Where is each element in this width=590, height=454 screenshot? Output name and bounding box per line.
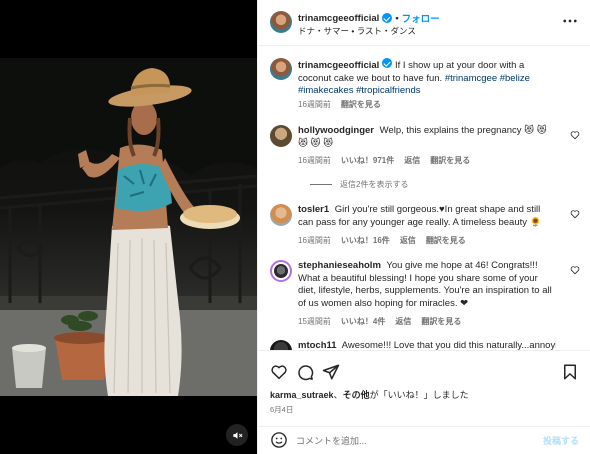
more-options-icon[interactable] bbox=[561, 12, 579, 30]
comment-item: hollywoodginger Welp, this explains the … bbox=[270, 125, 582, 195]
view-replies-label: 返信2件を表示する bbox=[340, 180, 409, 189]
comment-text: Girl you're still gorgeous.♥In great sha… bbox=[298, 204, 542, 228]
post-actions: karma_sutraek、その他が「いいね！」しました 6月4日 bbox=[258, 350, 590, 426]
comment-avatar[interactable] bbox=[270, 340, 292, 350]
author-line: trinamcgeeofficial • フォロー bbox=[298, 11, 440, 26]
like-comment-heart-icon[interactable] bbox=[570, 130, 580, 140]
like-comment-heart-icon[interactable] bbox=[570, 265, 580, 275]
audio-track[interactable]: ドナ・サマー • ラスト・ダンス bbox=[298, 25, 416, 37]
post-header: trinamcgeeofficial • フォロー ドナ・サマー • ラスト・ダ… bbox=[258, 0, 590, 46]
comment-username[interactable]: hollywoodginger bbox=[298, 125, 374, 136]
comment-username[interactable]: tosler1 bbox=[298, 204, 329, 215]
share-paper-plane-icon[interactable] bbox=[322, 363, 340, 381]
save-bookmark-icon[interactable] bbox=[561, 363, 579, 381]
author-username[interactable]: trinamcgeeofficial bbox=[298, 13, 379, 24]
like-comment-heart-icon[interactable] bbox=[570, 209, 580, 219]
caption-avatar[interactable] bbox=[270, 58, 292, 80]
liked-by-user[interactable]: karma_sutraek bbox=[270, 390, 334, 400]
comment-likes[interactable]: いいね！971件 bbox=[341, 155, 394, 166]
comment-translate-link[interactable]: 翻訳を見る bbox=[426, 235, 466, 246]
comment-avatar[interactable] bbox=[270, 204, 292, 226]
comment-text: Awesome!!! Love that you did this natura… bbox=[341, 340, 556, 350]
view-replies-button[interactable]: 返信2件を表示する bbox=[310, 179, 408, 190]
muted-speaker-icon bbox=[232, 431, 242, 439]
verified-badge-icon bbox=[382, 58, 393, 68]
liked-by-separator: 、 bbox=[333, 390, 343, 400]
liked-by-line: karma_sutraek、その他が「いいね！」しました bbox=[270, 388, 469, 401]
comment-input[interactable] bbox=[296, 433, 526, 448]
caption-translate-link[interactable]: 翻訳を見る bbox=[341, 99, 381, 110]
comment-translate-link[interactable]: 翻訳を見る bbox=[421, 316, 461, 327]
comment-likes[interactable]: いいね！16件 bbox=[341, 235, 390, 246]
comment-item: mtoch11 Awesome!!! Love that you did thi… bbox=[270, 340, 582, 350]
comment-meta: 16週間前 いいね！971件 返信 翻訳を見る bbox=[298, 155, 470, 166]
comment-body: hollywoodginger Welp, this explains the … bbox=[298, 125, 556, 150]
comment-time[interactable]: 16週間前 bbox=[298, 155, 331, 166]
post-comment-button[interactable]: 投稿する bbox=[543, 434, 579, 447]
verified-badge-icon bbox=[382, 13, 393, 23]
caption-body: trinamcgeeofficial If I show up at your … bbox=[298, 58, 556, 98]
comment-avatar[interactable] bbox=[270, 260, 292, 282]
comment-item: tosler1 Girl you're still gorgeous.♥In g… bbox=[270, 204, 582, 256]
comment-body: mtoch11 Awesome!!! Love that you did thi… bbox=[298, 340, 556, 350]
comment-reply-button[interactable]: 返信 bbox=[404, 155, 420, 166]
post-side-panel: trinamcgeeofficial • フォロー ドナ・サマー • ラスト・ダ… bbox=[257, 0, 590, 454]
liked-by-others[interactable]: その他 bbox=[343, 390, 370, 400]
liked-by-suffix: が「いいね！」しました bbox=[369, 390, 469, 400]
comment-meta: 15週間前 いいね！4件 返信 翻訳を見る bbox=[298, 316, 461, 327]
comment-time[interactable]: 16週間前 bbox=[298, 235, 331, 246]
mute-button[interactable] bbox=[226, 424, 248, 446]
post-dialog: trinamcgeeofficial • フォロー ドナ・サマー • ラスト・ダ… bbox=[0, 0, 590, 454]
comment-time[interactable]: 15週間前 bbox=[298, 316, 331, 327]
comment-reply-button[interactable]: 返信 bbox=[395, 316, 411, 327]
comment-translate-link[interactable]: 翻訳を見る bbox=[430, 155, 470, 166]
comment-meta: 16週間前 いいね！16件 返信 翻訳を見る bbox=[298, 235, 466, 246]
comment-reply-button[interactable]: 返信 bbox=[400, 235, 416, 246]
comment-bubble-icon[interactable] bbox=[296, 363, 314, 381]
post-video[interactable] bbox=[0, 58, 257, 396]
comment-avatar[interactable] bbox=[270, 125, 292, 147]
caption-username[interactable]: trinamcgeeofficial bbox=[298, 60, 379, 71]
emoji-smiley-icon[interactable] bbox=[270, 431, 288, 449]
replies-divider bbox=[310, 184, 332, 185]
comment-composer: 投稿する bbox=[258, 426, 590, 454]
header-separator: • bbox=[395, 12, 399, 24]
post-media[interactable] bbox=[0, 0, 257, 454]
comment-body: tosler1 Girl you're still gorgeous.♥In g… bbox=[298, 204, 556, 229]
caption-time[interactable]: 16週間前 bbox=[298, 99, 331, 110]
comments-list[interactable]: trinamcgeeofficial If I show up at your … bbox=[258, 47, 590, 350]
follow-button[interactable]: フォロー bbox=[402, 11, 440, 25]
post-caption: trinamcgeeofficial If I show up at your … bbox=[270, 58, 582, 113]
comment-likes[interactable]: いいね！4件 bbox=[341, 316, 385, 327]
comment-username[interactable]: mtoch11 bbox=[298, 340, 337, 350]
comment-item: stephanieseaholm You give me hope at 46!… bbox=[270, 260, 582, 338]
post-date[interactable]: 6月4日 bbox=[270, 404, 293, 415]
comment-username[interactable]: stephanieseaholm bbox=[298, 260, 381, 271]
like-heart-icon[interactable] bbox=[270, 363, 288, 381]
author-avatar[interactable] bbox=[270, 11, 292, 33]
photo-scene bbox=[0, 58, 257, 396]
comment-body: stephanieseaholm You give me hope at 46!… bbox=[298, 260, 556, 310]
caption-meta: 16週間前 翻訳を見る bbox=[298, 99, 381, 110]
